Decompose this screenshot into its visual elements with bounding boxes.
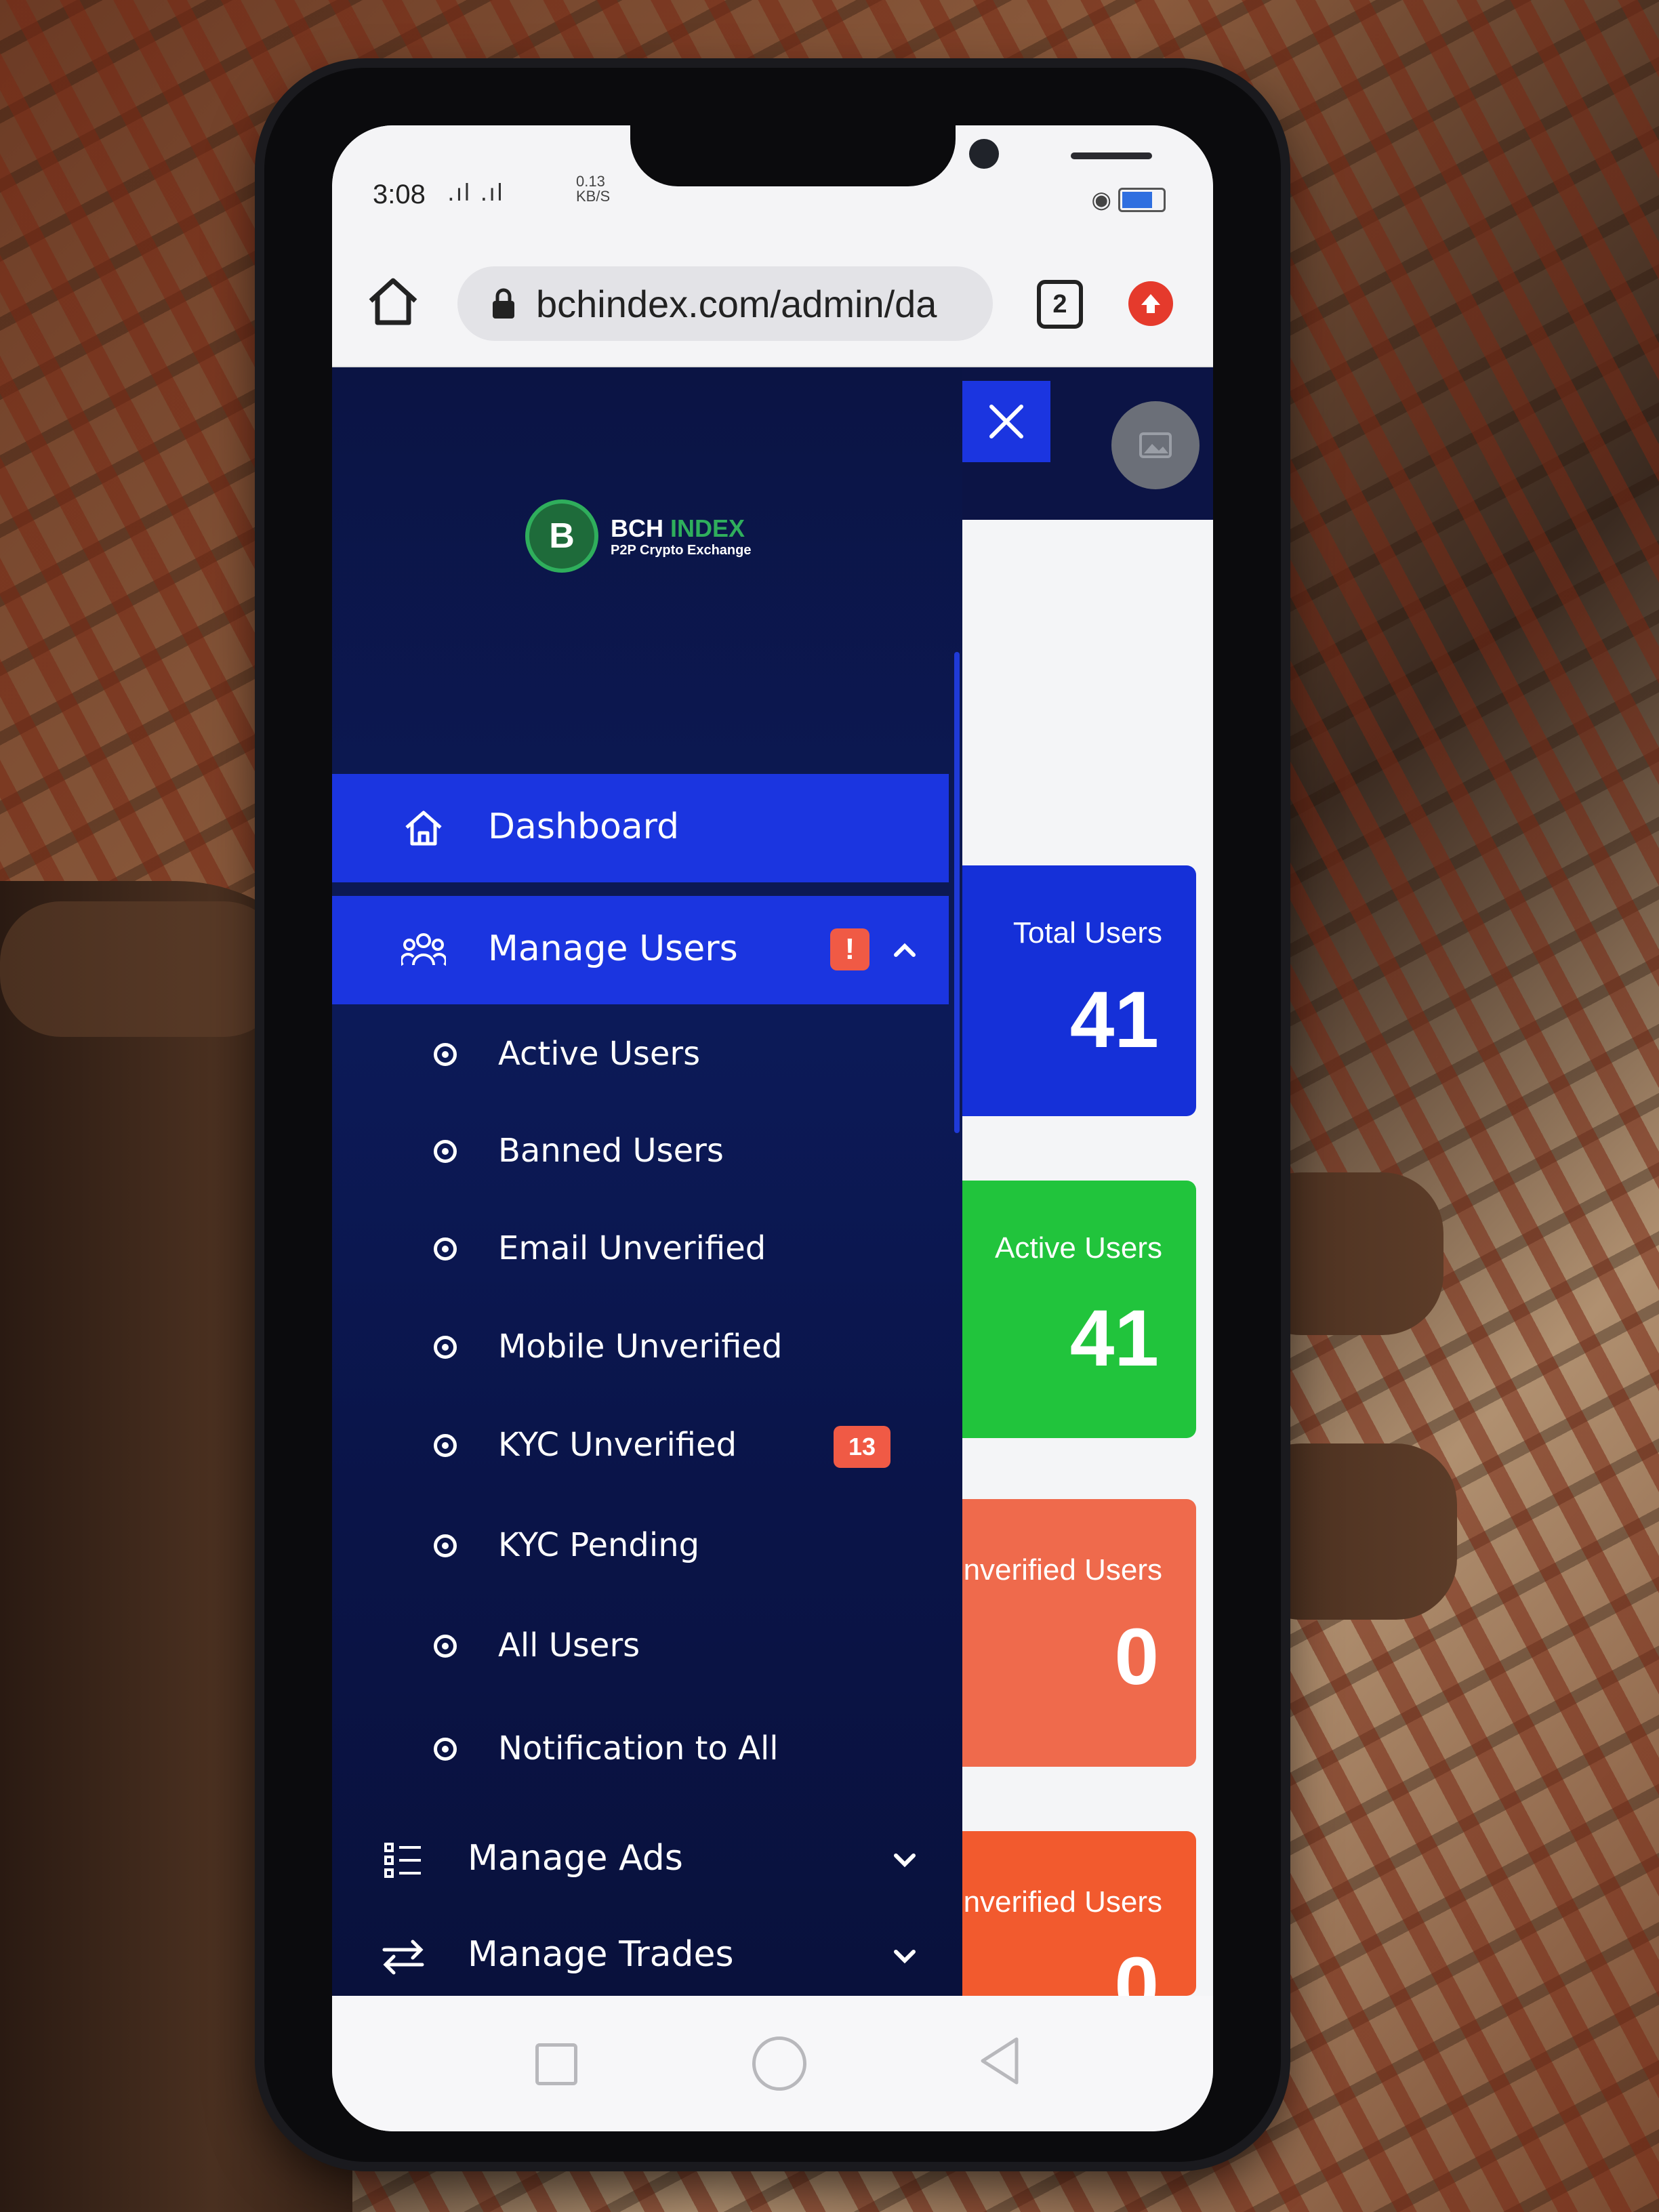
sidebar-subitem-all-users[interactable]: All Users bbox=[332, 1599, 949, 1694]
sidebar-item-label: Dashboard bbox=[488, 806, 680, 847]
status-time: 3:08 bbox=[373, 180, 426, 209]
phone: 3:08 .ıl .ıl 0.13 KB/S ◉ bchindex.com/ad… bbox=[264, 68, 1281, 2162]
logo-title-part1: BCH bbox=[611, 514, 670, 542]
camera bbox=[969, 139, 999, 169]
network-speed: 0.13 KB/S bbox=[576, 174, 610, 204]
stat-card-unverified-users-2[interactable]: nverified Users 0 bbox=[962, 1831, 1196, 2030]
card-label: Active Users bbox=[995, 1231, 1162, 1265]
circle-dot-icon bbox=[434, 1534, 457, 1557]
lock-icon: ◉ bbox=[1091, 186, 1111, 213]
sidebar-subitem-kyc-pending[interactable]: KYC Pending bbox=[332, 1499, 949, 1594]
sidebar-item-label: Manage Trades bbox=[468, 1934, 734, 1975]
card-value: 41 bbox=[1069, 975, 1159, 1065]
circle-dot-icon bbox=[434, 1140, 457, 1163]
sidebar-subitem-label: Banned Users bbox=[498, 1132, 724, 1170]
logo-title-part2: INDEX bbox=[670, 514, 745, 542]
sidebar-subitem-label: KYC Pending bbox=[498, 1526, 700, 1564]
avatar[interactable] bbox=[1111, 401, 1200, 489]
sidebar-subitem-kyc-unverified[interactable]: KYC Unverified 13 bbox=[332, 1399, 949, 1494]
home-icon bbox=[369, 278, 417, 325]
sidebar-subitem-active-users[interactable]: Active Users bbox=[332, 1008, 949, 1103]
close-sidebar-button[interactable] bbox=[962, 381, 1050, 462]
sidebar-subitem-label: Notification to All bbox=[498, 1729, 779, 1767]
sidebar-item-manage-trades[interactable]: Manage Trades bbox=[332, 1926, 949, 1996]
sidebar-item-manage-users[interactable]: Manage Users ! bbox=[332, 896, 949, 1004]
sidebar-subitem-label: All Users bbox=[498, 1626, 640, 1664]
speaker bbox=[1071, 152, 1152, 159]
url-text: bchindex.com/admin/da bbox=[536, 282, 937, 325]
system-nav-bar bbox=[332, 1996, 1213, 2131]
battery-icon bbox=[1118, 188, 1166, 212]
circle-dot-icon bbox=[434, 1434, 457, 1457]
sidebar-item-label: Manage Users bbox=[488, 928, 738, 969]
card-value: 41 bbox=[1069, 1294, 1159, 1383]
tabs-button[interactable]: 2 bbox=[1037, 280, 1083, 329]
sidebar-item-label: Manage Ads bbox=[468, 1838, 683, 1879]
arrow-up-icon bbox=[1141, 294, 1160, 313]
sidebar-subitem-label: Email Unverified bbox=[498, 1229, 766, 1267]
sidebar-item-manage-ads[interactable]: Manage Ads bbox=[332, 1809, 949, 1911]
circle-dot-icon bbox=[434, 1043, 457, 1066]
signal-icon: .ıl .ıl bbox=[447, 180, 505, 207]
card-label: nverified Users bbox=[963, 1553, 1162, 1586]
chevron-up-icon[interactable] bbox=[888, 933, 922, 967]
status-bar: 3:08 .ıl .ıl 0.13 KB/S ◉ bbox=[332, 125, 1213, 247]
logo-title: BCH INDEX bbox=[611, 514, 751, 543]
home-icon bbox=[400, 804, 447, 852]
phone-screen: 3:08 .ıl .ıl 0.13 KB/S ◉ bchindex.com/ad… bbox=[332, 125, 1213, 2131]
network-speed-value: 0.13 bbox=[576, 173, 605, 190]
sidebar-subitem-label: KYC Unverified bbox=[498, 1426, 737, 1464]
back-button[interactable] bbox=[976, 2035, 1023, 2087]
home-nav-button[interactable] bbox=[752, 2036, 806, 2091]
admin-page: d Total Users 41 Active Users 41 nverifi… bbox=[332, 367, 1213, 2030]
circle-dot-icon bbox=[434, 1738, 457, 1761]
network-speed-unit: KB/S bbox=[576, 188, 611, 205]
notch bbox=[630, 125, 1152, 186]
recent-apps-button[interactable] bbox=[535, 2043, 577, 2085]
sidebar-item-dashboard[interactable]: Dashboard bbox=[332, 774, 949, 882]
sidebar-subitem-email-unverified[interactable]: Email Unverified bbox=[332, 1202, 949, 1297]
circle-dot-icon bbox=[434, 1336, 457, 1359]
stat-card-active-users[interactable]: Active Users 41 bbox=[962, 1181, 1196, 1438]
sidebar-subitem-label: Mobile Unverified bbox=[498, 1328, 783, 1366]
sidebar-subitem-mobile-unverified[interactable]: Mobile Unverified bbox=[332, 1300, 949, 1395]
close-icon bbox=[989, 405, 1023, 438]
logo-subtitle: P2P Crypto Exchange bbox=[611, 542, 752, 558]
brand-logo[interactable]: B BCH INDEX P2P Crypto Exchange bbox=[525, 499, 751, 573]
stat-card-total-users[interactable]: Total Users 41 bbox=[962, 865, 1196, 1116]
card-label: nverified Users bbox=[963, 1885, 1162, 1919]
circle-dot-icon bbox=[434, 1635, 457, 1658]
chevron-down-icon[interactable] bbox=[888, 1940, 922, 1973]
count-badge: 13 bbox=[834, 1426, 890, 1468]
url-bar[interactable]: bchindex.com/admin/da bbox=[457, 266, 993, 341]
bitcoin-icon: B bbox=[525, 499, 598, 573]
card-label: Total Users bbox=[1012, 916, 1162, 949]
image-icon bbox=[1139, 432, 1172, 458]
sidebar-subitem-banned-users[interactable]: Banned Users bbox=[332, 1105, 949, 1200]
alert-badge: ! bbox=[830, 928, 869, 970]
update-button[interactable] bbox=[1128, 281, 1173, 326]
list-icon bbox=[380, 1837, 427, 1884]
card-value: 0 bbox=[1114, 1612, 1159, 1702]
circle-dot-icon bbox=[434, 1237, 457, 1261]
browser-toolbar: bchindex.com/admin/da 2 bbox=[332, 247, 1213, 367]
swap-arrows-icon bbox=[380, 1933, 427, 1980]
sidebar: B BCH INDEX P2P Crypto Exchange Dashboar… bbox=[332, 367, 962, 1996]
sidebar-scrollbar[interactable] bbox=[954, 652, 960, 1133]
sidebar-subitem-label: Active Users bbox=[498, 1035, 701, 1073]
finger bbox=[0, 901, 285, 1037]
users-icon bbox=[400, 926, 447, 974]
home-button[interactable] bbox=[363, 271, 424, 332]
chevron-down-icon[interactable] bbox=[888, 1843, 922, 1877]
stat-card-unverified-users[interactable]: nverified Users 0 bbox=[962, 1499, 1196, 1767]
sidebar-subitem-notification-to-all[interactable]: Notification to All bbox=[332, 1702, 949, 1797]
lock-icon bbox=[493, 288, 514, 319]
